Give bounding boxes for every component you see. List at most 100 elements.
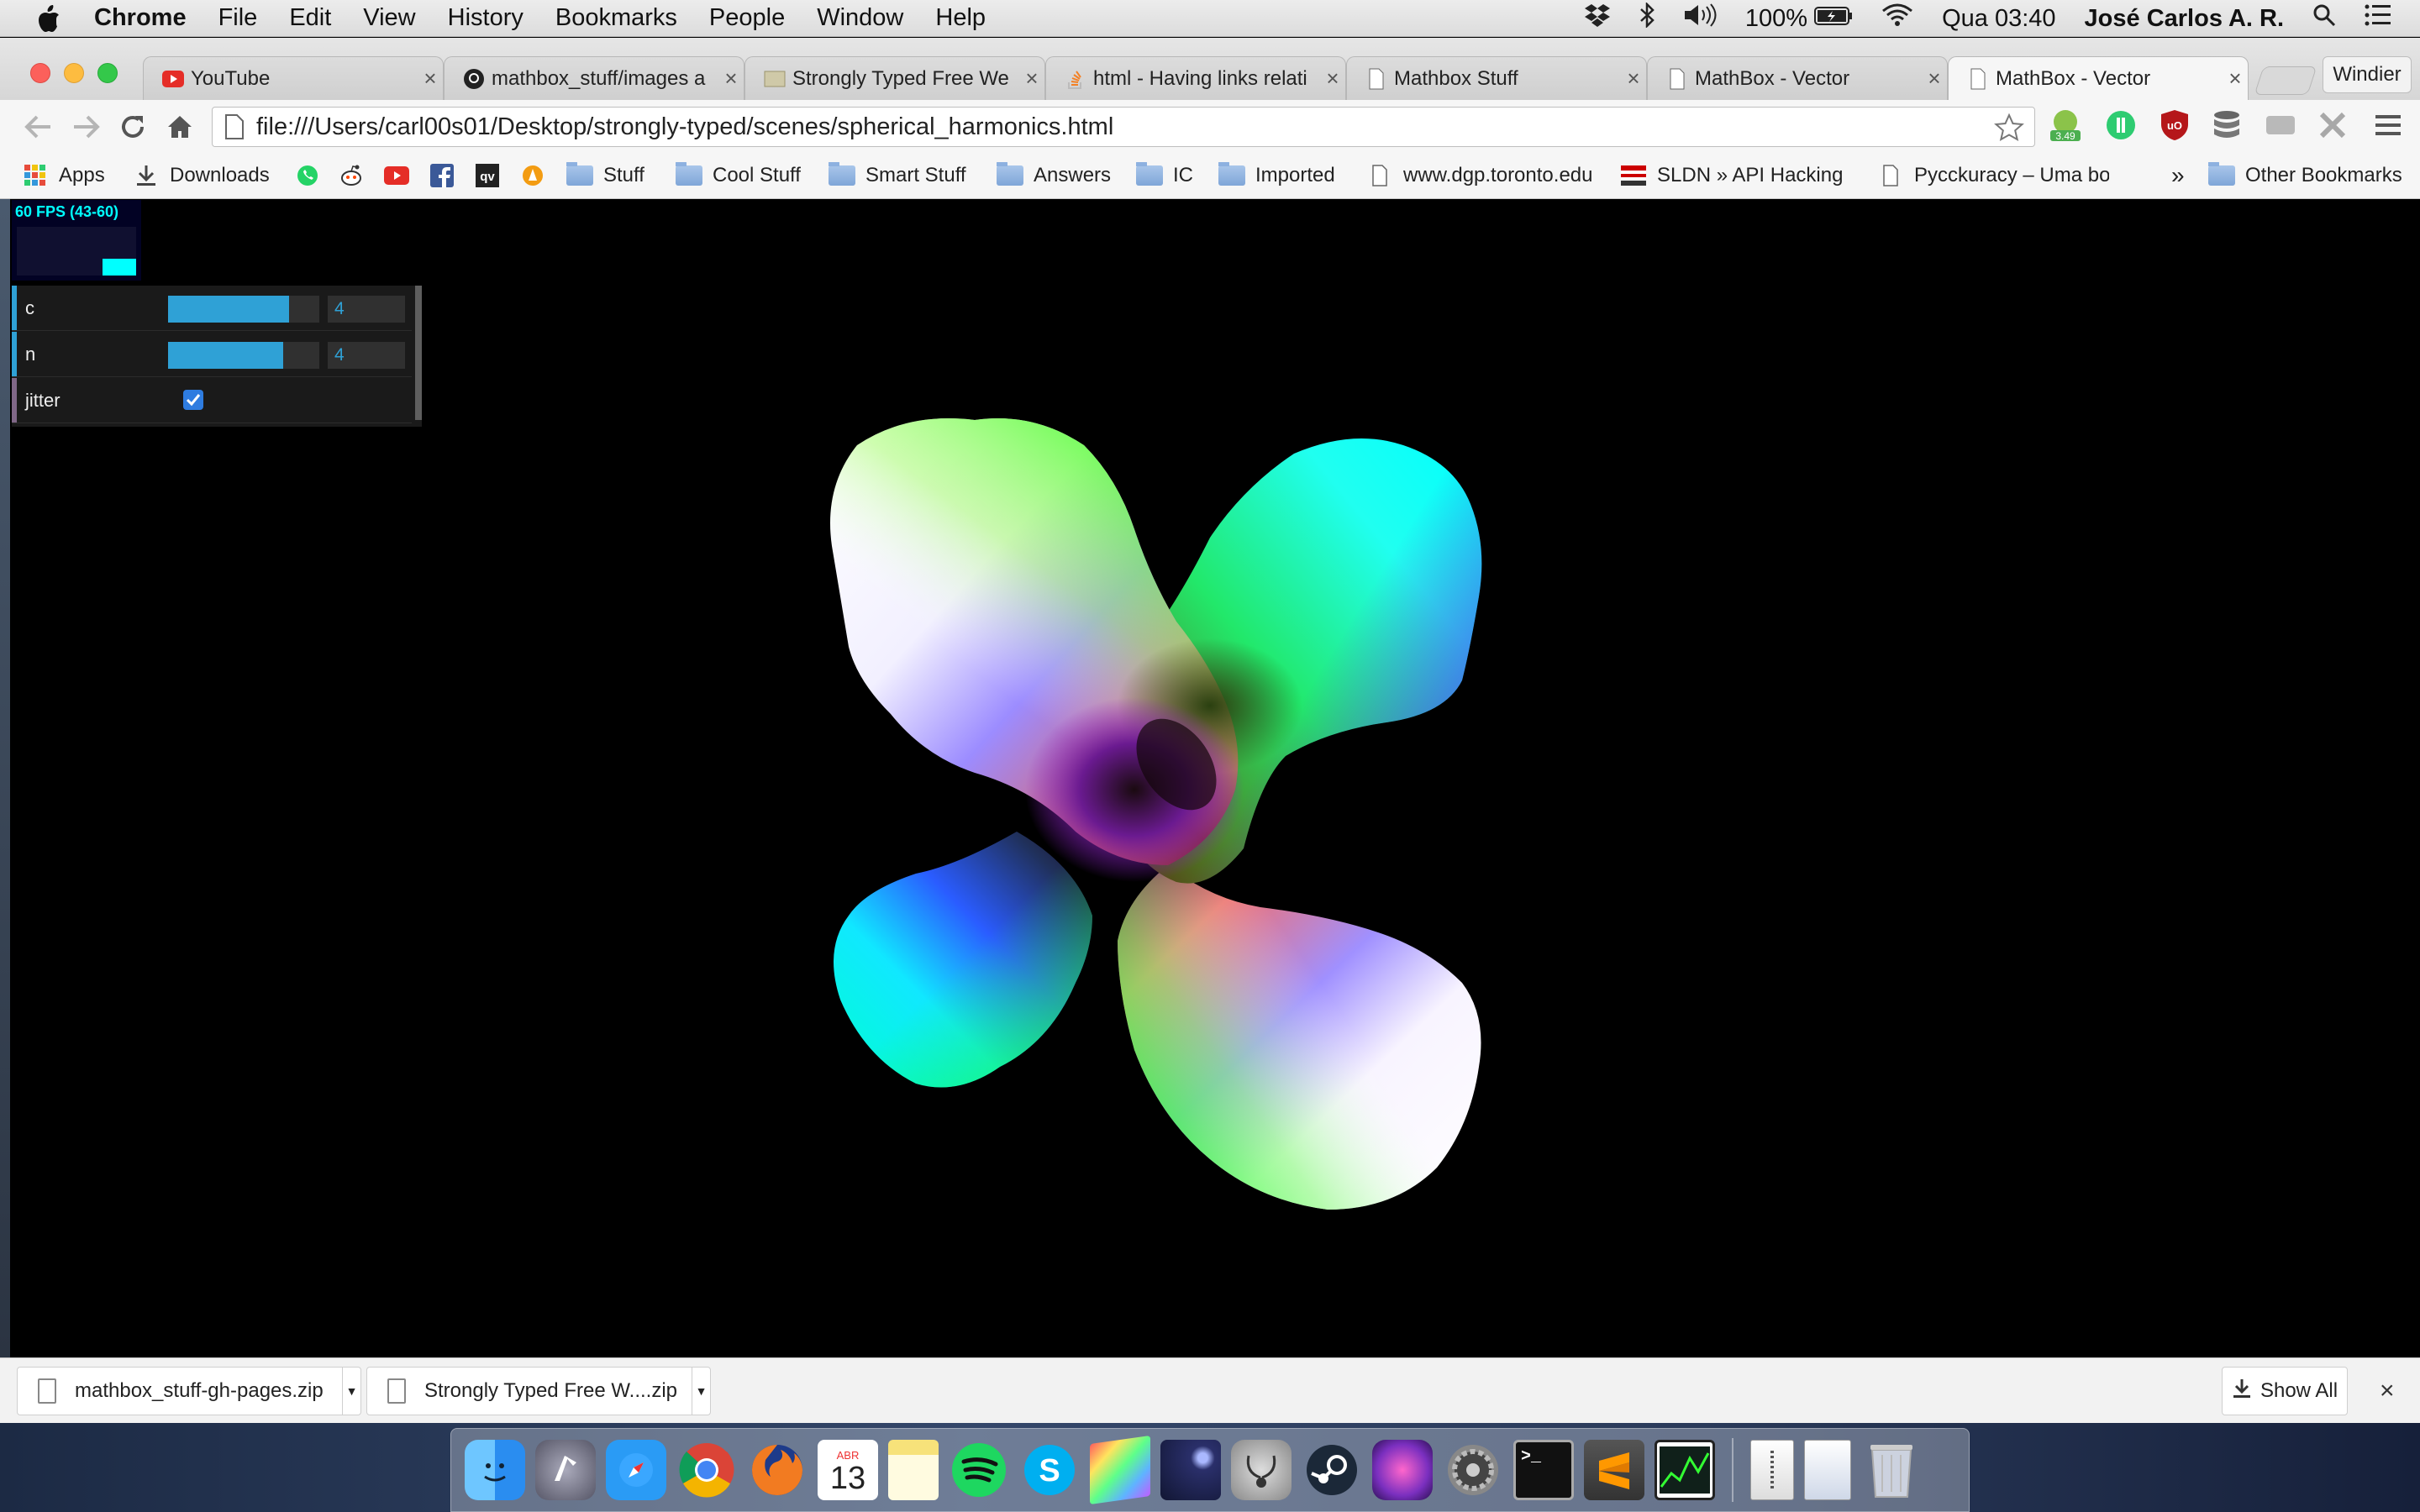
user-name[interactable]: José Carlos A. R.	[2085, 5, 2284, 33]
show-all-button[interactable]: Show All	[2222, 1367, 2348, 1415]
document-stack-icon[interactable]	[1804, 1440, 1851, 1500]
bookmark-whatsapp[interactable]	[294, 162, 331, 189]
spherical-harmonics-render[interactable]	[739, 395, 1630, 1252]
slider-c[interactable]	[168, 296, 319, 323]
close-tab-icon[interactable]: ×	[1922, 66, 1947, 92]
gui-scrollbar[interactable]	[415, 286, 422, 420]
fps-stats-panel[interactable]: 60 FPS (43-60)	[12, 200, 141, 281]
bookmark-answers[interactable]: Answers	[997, 162, 1111, 189]
bookmark-smart-stuff[interactable]: Smart Stuff	[829, 162, 966, 189]
terminal-icon[interactable]: >_	[1513, 1440, 1574, 1500]
sublime-text-icon[interactable]	[1584, 1440, 1644, 1500]
bookmark-cool-stuff[interactable]: Cool Stuff	[676, 162, 801, 189]
tab-mathbox-vector[interactable]: MathBox - Vector ×	[1647, 56, 1948, 100]
menu-file[interactable]: File	[218, 4, 258, 32]
close-window-button[interactable]	[30, 63, 50, 83]
close-tab-icon[interactable]: ×	[1019, 66, 1044, 92]
wifi-icon[interactable]	[1881, 3, 1913, 34]
calendar-icon[interactable]: ABR 13	[818, 1440, 878, 1500]
home-icon[interactable]	[163, 110, 197, 144]
tab-youtube[interactable]: YouTube ×	[143, 56, 444, 100]
skype-icon[interactable]: S	[1019, 1440, 1080, 1500]
bookmark-pycckuracy[interactable]: Pycckuracy – Uma boa	[1877, 162, 2109, 189]
menu-help[interactable]: Help	[935, 4, 986, 32]
tab-stackoverflow[interactable]: html - Having links relati ×	[1045, 56, 1346, 100]
back-icon[interactable]	[22, 110, 55, 144]
night-sky-app-icon[interactable]	[1160, 1440, 1221, 1500]
page-info-icon[interactable]	[224, 114, 245, 139]
bookmark-facebook[interactable]	[429, 162, 466, 189]
x-extension-icon[interactable]	[2316, 108, 2349, 142]
download-menu-arrow-icon[interactable]: ▼	[692, 1368, 710, 1415]
finder-icon[interactable]	[465, 1440, 525, 1500]
spotify-icon[interactable]	[949, 1440, 1009, 1500]
number-input-n[interactable]: 4	[328, 342, 405, 369]
colorsync-icon[interactable]	[1090, 1435, 1150, 1505]
bookmark-stuff[interactable]: Stuff	[566, 162, 644, 189]
chrome-icon[interactable]	[676, 1440, 737, 1500]
ublock-icon[interactable]: uO	[2158, 108, 2191, 142]
menu-window[interactable]: Window	[817, 4, 903, 32]
green-circle-extension-icon[interactable]	[2104, 108, 2138, 142]
menu-history[interactable]: History	[448, 4, 523, 32]
download-item[interactable]: mathbox_stuff-gh-pages.zip ▼	[17, 1367, 361, 1415]
tab-strongly-typed[interactable]: Strongly Typed Free We ×	[744, 56, 1045, 100]
menu-app-name[interactable]: Chrome	[94, 4, 187, 32]
download-menu-arrow-icon[interactable]: ▼	[342, 1368, 360, 1415]
close-tab-icon[interactable]: ×	[1320, 66, 1345, 92]
disk-utility-icon[interactable]	[1231, 1440, 1292, 1500]
tab-mathbox-stuff[interactable]: Mathbox Stuff ×	[1346, 56, 1647, 100]
download-item[interactable]: Strongly Typed Free W....zip ▼	[366, 1367, 711, 1415]
volume-icon[interactable]	[1683, 3, 1717, 34]
database-extension-icon[interactable]	[2210, 108, 2244, 142]
slider-n[interactable]	[168, 342, 319, 369]
bookmark-downloads[interactable]: Downloads	[133, 162, 270, 189]
activity-monitor-icon[interactable]	[1655, 1440, 1715, 1500]
system-preferences-icon[interactable]	[1443, 1440, 1503, 1500]
gray-extension-icon[interactable]	[2264, 108, 2297, 142]
bookmark-apps[interactable]: Apps	[22, 162, 105, 189]
bookmark-orange[interactable]	[519, 162, 556, 189]
notification-center-icon[interactable]	[2365, 4, 2391, 33]
spotlight-search-icon[interactable]	[2312, 3, 2336, 34]
safari-icon[interactable]	[606, 1440, 666, 1500]
menu-view[interactable]: View	[363, 4, 415, 32]
bookmarks-overflow-button[interactable]: »	[2171, 162, 2185, 189]
bluetooth-icon[interactable]	[1639, 1, 1655, 34]
jitter-checkbox[interactable]	[183, 390, 203, 410]
bookmark-star-icon[interactable]	[1994, 113, 2024, 150]
dropbox-icon[interactable]	[1584, 3, 1611, 34]
number-input-c[interactable]: 4	[328, 296, 405, 323]
bookmark-sldn-api-hacking[interactable]: SLDN » API Hacking	[1620, 162, 1843, 189]
bookmark-qv[interactable]: qv	[474, 162, 511, 189]
close-downloads-icon[interactable]: ×	[2380, 1377, 2395, 1405]
notes-icon[interactable]	[888, 1440, 939, 1500]
close-tab-icon[interactable]: ×	[418, 66, 443, 92]
zip-file-icon[interactable]	[1750, 1440, 1794, 1500]
chrome-menu-icon[interactable]	[2371, 108, 2405, 142]
bookmark-imported[interactable]: Imported	[1218, 162, 1335, 189]
close-tab-icon[interactable]: ×	[1621, 66, 1646, 92]
reload-icon[interactable]	[116, 110, 150, 144]
firefox-icon[interactable]	[747, 1440, 808, 1500]
menu-bookmarks[interactable]: Bookmarks	[555, 4, 677, 32]
forward-icon[interactable]	[69, 110, 103, 144]
trash-icon[interactable]	[1861, 1440, 1922, 1500]
battery-icon[interactable]	[1814, 5, 1853, 33]
bookmark-reddit[interactable]	[338, 162, 375, 189]
tab-mathbox-vector-active[interactable]: MathBox - Vector ×	[1948, 56, 2249, 100]
close-tab-icon[interactable]: ×	[718, 66, 744, 92]
sparkle-app-icon[interactable]	[1372, 1440, 1433, 1500]
minimize-window-button[interactable]	[64, 63, 84, 83]
bookmark-ic[interactable]: IC	[1136, 162, 1193, 189]
android-extension-icon[interactable]: 3.49	[2049, 108, 2082, 142]
menu-people[interactable]: People	[709, 4, 785, 32]
bookmark-other-bookmarks[interactable]: Other Bookmarks	[2208, 162, 2402, 189]
zoom-window-button[interactable]	[97, 63, 118, 83]
clock[interactable]: Qua 03:40	[1942, 5, 2055, 33]
tab-github[interactable]: mathbox_stuff/images a ×	[444, 56, 744, 100]
apple-icon[interactable]	[32, 2, 66, 35]
bookmark-youtube[interactable]	[383, 162, 420, 189]
close-tab-icon[interactable]: ×	[2223, 66, 2248, 92]
steam-icon[interactable]	[1302, 1440, 1362, 1500]
